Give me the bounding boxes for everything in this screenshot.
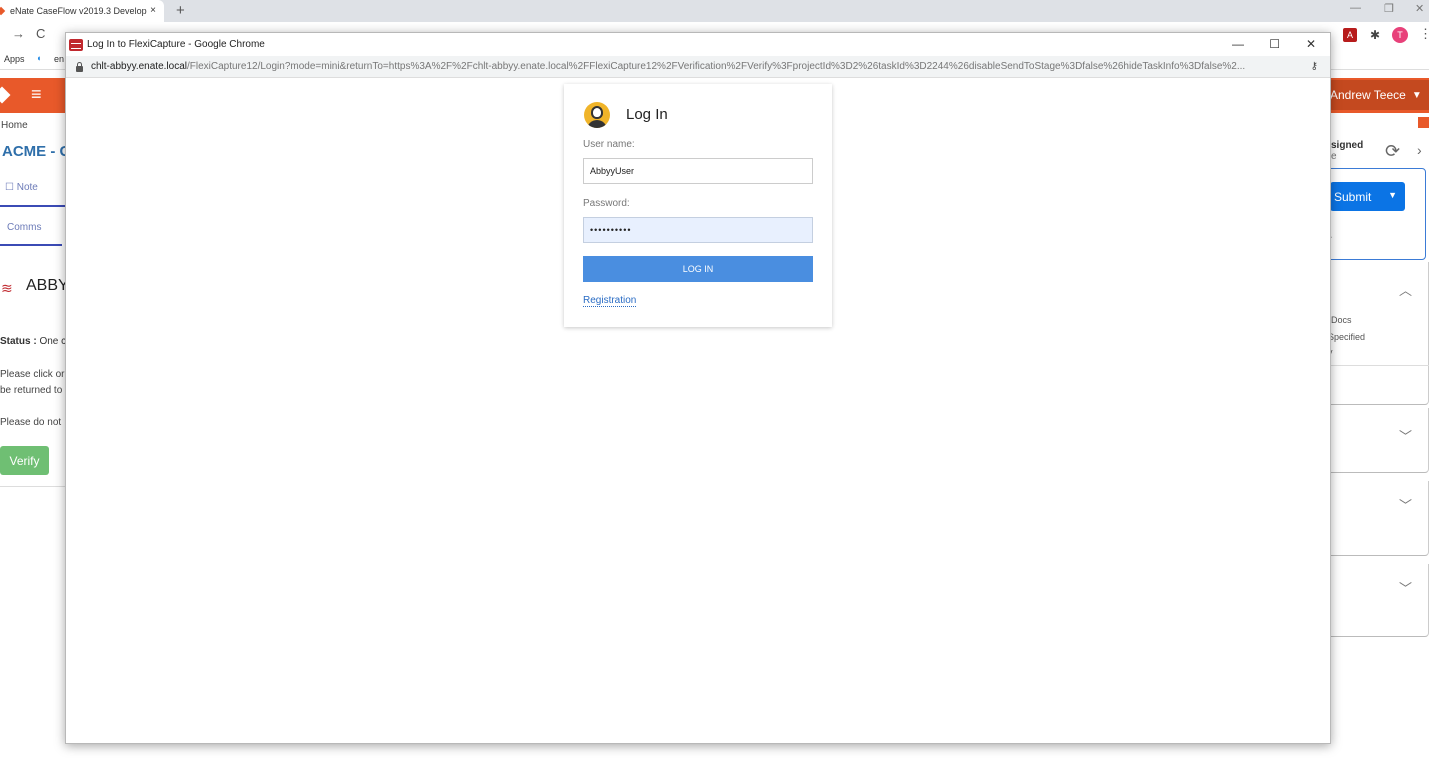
- window-close-button[interactable]: ✕: [1415, 2, 1424, 15]
- note-tab-underline: [0, 205, 66, 207]
- breadcrumb[interactable]: Home: [1, 120, 28, 131]
- tab-note-label: Note: [16, 182, 38, 193]
- window-restore-button[interactable]: ❐: [1384, 2, 1394, 15]
- chevron-right-icon[interactable]: ›: [1417, 142, 1422, 158]
- comms-tab-underline: [0, 244, 62, 246]
- extensions-puzzle-icon[interactable]: ✱: [1368, 28, 1382, 42]
- lock-icon[interactable]: [76, 61, 83, 72]
- verify-button[interactable]: Verify: [0, 446, 49, 475]
- registration-link[interactable]: Registration: [583, 295, 637, 307]
- chevron-up-icon[interactable]: ︿: [1399, 280, 1412, 299]
- side-panel-3[interactable]: [1326, 481, 1429, 556]
- profile-avatar[interactable]: T: [1392, 27, 1408, 43]
- caret-down-icon: ▼: [1411, 89, 1422, 101]
- popup-window-title: Log In to FlexiCapture - Google Chrome: [87, 39, 265, 50]
- tab-close-icon[interactable]: ×: [150, 5, 156, 16]
- bookmark-enate[interactable]: en: [54, 54, 64, 64]
- instruction-line-1: Please click or: [0, 369, 65, 380]
- forward-arrow-icon[interactable]: →: [12, 26, 25, 41]
- collapse-indicator-icon[interactable]: [1418, 117, 1429, 128]
- submit-button[interactable]: Submit ▼: [1330, 182, 1405, 211]
- side-panel-2[interactable]: [1326, 408, 1429, 473]
- popup-url-bar[interactable]: chlt-abbyy.enate.local /FlexiCapture12/L…: [66, 56, 1330, 78]
- chevron-down-icon[interactable]: ﹀: [1399, 426, 1412, 445]
- assigned-line-1: signed: [1331, 140, 1364, 151]
- abbyy-logo-icon: ≋: [1, 280, 13, 296]
- username-input[interactable]: AbbyyUser: [583, 158, 813, 184]
- login-card: Log In User name: AbbyyUser Password: ••…: [564, 84, 832, 327]
- side-panel-divider: [1326, 365, 1429, 366]
- tab-note[interactable]: ☐ Note: [5, 182, 38, 193]
- url-path: /FlexiCapture12/Login?mode=mini&returnTo…: [186, 61, 1246, 72]
- tab-comms[interactable]: Comms: [7, 222, 41, 233]
- key-icon[interactable]: ⚷: [1311, 61, 1318, 72]
- assigned-line-2: e: [1331, 151, 1337, 162]
- url-host: chlt-abbyy.enate.local: [91, 61, 187, 72]
- assigned-label: signed e: [1331, 140, 1363, 162]
- case-title: ACME - G: [2, 143, 72, 160]
- browser-tab-title: eNate CaseFlow v2019.3 Develop: [10, 6, 147, 16]
- bookmark-apps[interactable]: Apps: [4, 54, 25, 64]
- note-icon: ☐: [5, 182, 14, 193]
- chevron-down-icon[interactable]: ﹀: [1399, 578, 1412, 597]
- left-panel-divider: [0, 486, 66, 487]
- flexicapture-favicon-icon: [69, 38, 83, 51]
- side-specified-text: Specified: [1328, 332, 1366, 342]
- status-label: Status :: [0, 336, 37, 347]
- side-panel-4[interactable]: [1326, 564, 1429, 637]
- popup-titlebar: Log In to FlexiCapture - Google Chrome —…: [66, 33, 1330, 56]
- avatar-head: [591, 106, 603, 119]
- hamburger-menu-icon[interactable]: ≡: [31, 84, 42, 105]
- login-title: Log In: [626, 106, 668, 123]
- popup-close-button[interactable]: ✕: [1306, 37, 1316, 51]
- bookmark-favicon-icon: ◖: [36, 53, 42, 63]
- popup-minimize-button[interactable]: —: [1232, 37, 1244, 51]
- instruction-line-2: be returned to: [0, 385, 63, 396]
- browser-tab-enate[interactable]: eNate CaseFlow v2019.3 Develop ×: [0, 0, 164, 22]
- user-name: Andrew Teece: [1330, 88, 1406, 102]
- side-docs-text: Docs: [1331, 315, 1352, 325]
- reload-icon[interactable]: C: [36, 26, 45, 41]
- password-label: Password:: [583, 198, 630, 209]
- pdf-extension-icon[interactable]: A: [1343, 28, 1357, 42]
- instruction-line-3: Please do not: [0, 417, 62, 428]
- password-input[interactable]: ••••••••••: [583, 217, 813, 243]
- submit-dropdown-icon[interactable]: ▼: [1388, 190, 1397, 200]
- enate-favicon-icon: [0, 6, 6, 16]
- user-avatar-icon: [584, 102, 610, 128]
- window-minimize-button[interactable]: —: [1350, 2, 1361, 14]
- refresh-icon[interactable]: ⟳: [1385, 141, 1400, 162]
- chevron-down-icon[interactable]: ﹀: [1399, 495, 1412, 514]
- username-label: User name:: [583, 139, 635, 150]
- popup-maximize-button[interactable]: ☐: [1269, 37, 1280, 51]
- login-button[interactable]: LOG IN: [583, 256, 813, 282]
- abbyy-heading: ABBY: [26, 277, 69, 294]
- submit-label: Submit: [1334, 189, 1372, 204]
- status-line: Status : One c: [0, 336, 66, 347]
- status-value: One c: [39, 336, 67, 347]
- browser-tabstrip: [0, 0, 1429, 22]
- browser-menu-icon[interactable]: ⋮: [1419, 26, 1429, 42]
- avatar-body: [587, 120, 607, 128]
- new-tab-button[interactable]: +: [176, 2, 185, 19]
- user-menu[interactable]: Andrew Teece ▼: [1328, 80, 1429, 110]
